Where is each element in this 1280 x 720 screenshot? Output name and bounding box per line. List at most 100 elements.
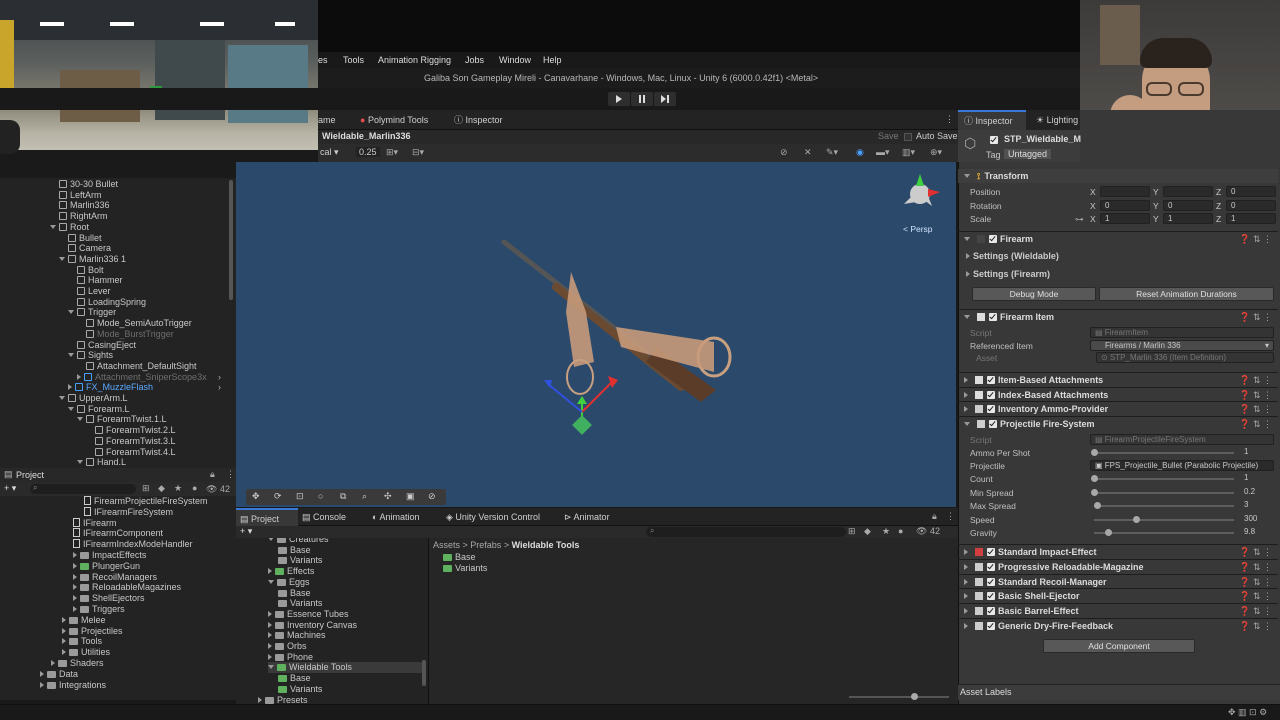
tab-lighting[interactable]: ☀ Lighting: [1036, 110, 1080, 130]
hierarchy-item[interactable]: Sights: [68, 350, 113, 361]
tab-polymind-tools[interactable]: ● Polymind Tools: [358, 110, 442, 130]
component-checkbox[interactable]: [987, 563, 995, 571]
collapse-arrow-icon[interactable]: [268, 610, 272, 617]
slider-knob[interactable]: [1091, 475, 1098, 482]
project-tree-item[interactable]: Base: [278, 588, 311, 599]
project-tree-item[interactable]: Base: [278, 545, 311, 556]
scale-lock-icon[interactable]: ⊶: [1075, 214, 1084, 225]
component-menu-icons[interactable]: ❓ ⇅ ⋮: [1239, 589, 1272, 603]
collapse-arrow-icon[interactable]: [62, 649, 66, 656]
expand-arrow-icon[interactable]: [268, 538, 274, 541]
hierarchy-item[interactable]: Marlin336: [50, 200, 110, 211]
reset-animation-button[interactable]: Reset Animation Durations: [1099, 287, 1274, 301]
zoom-tool-icon[interactable]: ⌕: [362, 491, 367, 502]
value-field[interactable]: 3: [1240, 500, 1274, 511]
hierarchy-item[interactable]: Trigger: [68, 307, 116, 318]
slider-knob[interactable]: [1093, 502, 1101, 509]
object-name-field[interactable]: STP_Wieldable_M: [1004, 134, 1081, 144]
component-menu-icons[interactable]: ❓ ⇅ ⋮: [1239, 619, 1272, 633]
project-left-item[interactable]: FirearmProjectileFireSystem: [84, 496, 208, 507]
component-menu-icons[interactable]: ❓ ⇅ ⋮: [1239, 373, 1272, 387]
index-attachments-header[interactable]: Index-Based Attachments ❓ ⇅ ⋮: [958, 387, 1278, 401]
project-search-input[interactable]: ⌕: [646, 526, 846, 537]
value-field[interactable]: 9.8: [1240, 527, 1274, 538]
expand-arrow-icon[interactable]: [68, 406, 74, 411]
collapse-arrow-icon[interactable]: [40, 681, 44, 688]
component-menu-icons[interactable]: ❓ ⇅ ⋮: [1239, 402, 1272, 416]
open-prefab-arrow-icon[interactable]: ›: [218, 372, 221, 383]
active-checkbox[interactable]: [990, 136, 998, 144]
rect-tool-icon[interactable]: ○: [318, 491, 323, 501]
component-menu-icons[interactable]: ❓ ⇅ ⋮: [1239, 388, 1272, 402]
collapse-arrow-icon[interactable]: [40, 670, 44, 677]
hierarchy-item[interactable]: Mode_BurstTrigger: [77, 329, 174, 340]
firearm-item-header[interactable]: Firearm Item ❓ ⇅ ⋮: [958, 309, 1278, 323]
hierarchy-scrollbar[interactable]: [229, 180, 233, 300]
project-tree-item[interactable]: Eggs: [268, 577, 310, 588]
snap-tool-icon[interactable]: ⊘: [428, 491, 436, 502]
hierarchy-item[interactable]: LeftArm: [50, 190, 102, 201]
rotation-z-field[interactable]: 0: [1226, 200, 1276, 211]
expand-arrow-icon[interactable]: [59, 396, 65, 400]
ammo-provider-checkbox[interactable]: [987, 405, 995, 413]
grid-size-field[interactable]: 0.25: [356, 147, 380, 157]
project-left-item[interactable]: IFirearmComponent: [73, 528, 163, 539]
collapse-arrow-icon[interactable]: [73, 584, 77, 591]
hierarchy-item[interactable]: Marlin336 1: [59, 254, 126, 265]
hierarchy-item[interactable]: 30-30 Bullet: [50, 179, 118, 190]
component-checkbox[interactable]: [987, 592, 995, 600]
collapse-arrow-icon[interactable]: [73, 573, 77, 580]
persp-label[interactable]: < Persp: [903, 224, 933, 234]
transform-header[interactable]: ⟟ Transform: [958, 169, 1278, 183]
hierarchy-item[interactable]: LoadingSpring: [68, 297, 146, 308]
project-left-item[interactable]: RecoilManagers: [73, 572, 157, 583]
eye-icon[interactable]: ◉: [856, 147, 864, 158]
custom-tool-icon[interactable]: ⧉: [340, 491, 346, 502]
tab-animation[interactable]: ◐ Animation: [372, 508, 434, 526]
hierarchy-item[interactable]: Mode_SemiAutoTrigger: [77, 318, 192, 329]
asset-labels-bar[interactable]: Asset Labels: [958, 684, 1280, 700]
expand-arrow-icon[interactable]: [68, 310, 74, 315]
value-slider[interactable]: [1091, 475, 1234, 482]
hierarchy-item[interactable]: UpperArm.L: [59, 393, 128, 404]
open-prefab-arrow-icon[interactable]: ›: [218, 382, 221, 393]
value-slider[interactable]: [1091, 449, 1234, 456]
breadcrumb-wieldable-tools[interactable]: Wieldable Tools: [512, 540, 580, 550]
tab-project[interactable]: ▤ Project: [236, 508, 298, 526]
component-checkbox[interactable]: [987, 548, 995, 556]
lock-icon[interactable]: 🔒︎: [210, 469, 215, 480]
value-slider[interactable]: [1094, 516, 1234, 523]
autosave-checkbox[interactable]: [904, 133, 912, 141]
collapse-arrow-icon[interactable]: [68, 384, 72, 391]
visibility-icon[interactable]: ⊘: [780, 147, 788, 158]
project-tree-item[interactable]: Inventory Canvas: [268, 620, 357, 631]
hierarchy-item[interactable]: Forearm.L: [68, 404, 130, 415]
project-left-item[interactable]: IFirearm: [73, 517, 117, 529]
project-tree-item[interactable]: Variants: [278, 598, 322, 609]
project-left-item[interactable]: Shaders: [51, 658, 104, 669]
expand-arrow-icon[interactable]: [50, 224, 56, 229]
component-menu-icons[interactable]: ❓ ⇅ ⋮: [1239, 310, 1272, 324]
tab-inspector-center[interactable]: ⓘ Inspector: [454, 110, 514, 130]
project-tree-item[interactable]: Phone: [268, 652, 313, 663]
component-menu-icons[interactable]: ❓ ⇅ ⋮: [1239, 545, 1272, 559]
search-input[interactable]: ⌕: [30, 483, 136, 494]
project-left-item[interactable]: PlungerGun: [73, 561, 140, 572]
pivot-tool-icon[interactable]: ✣: [384, 491, 392, 502]
component-menu-icons[interactable]: ❓ ⇅ ⋮: [1239, 232, 1272, 246]
value-field[interactable]: 0.2: [1240, 487, 1274, 498]
zoom-slider[interactable]: [849, 693, 949, 700]
value-slider[interactable]: [1091, 489, 1234, 496]
panel-menu-icon[interactable]: ⋮: [226, 469, 235, 480]
project-left-item[interactable]: Integrations: [40, 680, 106, 691]
tab-inspector[interactable]: ⓘ Inspector: [958, 110, 1026, 130]
component-header[interactable]: Progressive Reloadable-Magazine ❓ ⇅ ⋮: [958, 559, 1278, 573]
scene-view[interactable]: < Persp ✥ ⟳ ⊡ ○ ⧉ ⌕ ✣ ▣ ⊘: [236, 162, 956, 507]
zoom-slider-knob[interactable]: [911, 693, 918, 700]
hierarchy-item[interactable]: ForearmTwist.3.L: [86, 436, 176, 447]
tab-animator[interactable]: ⊳ Animator: [564, 508, 624, 526]
scale-z-field[interactable]: 1: [1226, 213, 1276, 224]
scale-y-field[interactable]: 1: [1163, 213, 1213, 224]
component-menu-icons[interactable]: ❓ ⇅ ⋮: [1239, 604, 1272, 618]
expand-arrow-icon[interactable]: [77, 417, 83, 422]
